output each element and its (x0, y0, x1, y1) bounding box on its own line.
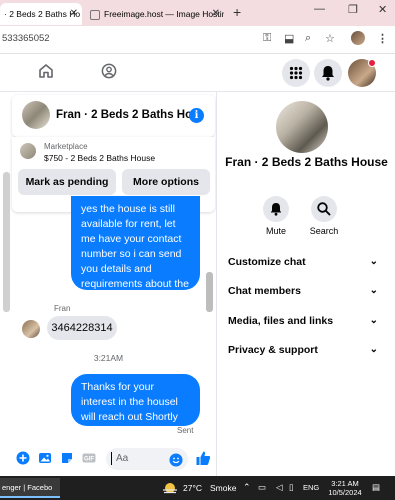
chevron-down-icon: ⌄ (369, 344, 378, 355)
sent-status: Sent (177, 426, 194, 435)
profile-icon[interactable] (351, 31, 365, 45)
windows-taskbar: enger | Facebo 27°C Smoke ⌃ ▭ ◁ ▯ ENG 3:… (0, 476, 395, 500)
bell-icon (270, 203, 282, 216)
grid-icon (289, 66, 303, 80)
section-label: Privacy & support (228, 344, 318, 356)
details-title: Fran · 2 Beds 2 Baths House (225, 155, 388, 169)
close-window-icon[interactable]: ✕ (378, 3, 387, 16)
marketplace-label: Marketplace (44, 142, 88, 151)
sender-avatar[interactable] (22, 320, 40, 338)
listing-thumbnail[interactable] (20, 143, 36, 159)
plus-circle-icon[interactable] (16, 451, 30, 465)
speaker-icon[interactable]: ◁ (276, 482, 283, 493)
search-label: Search (309, 226, 339, 236)
clock[interactable]: 3:21 AM 10/5/2024 (325, 479, 365, 497)
mute-button[interactable] (263, 196, 289, 222)
chat-header[interactable]: Fran · 2 Beds 2 Baths Ho i (12, 95, 215, 137)
chevron-down-icon: ⌄ (369, 315, 378, 326)
section-customize-chat[interactable]: Customize chat ⌄ (228, 256, 378, 268)
url-text[interactable]: 533365052 (2, 33, 50, 44)
notification-center-icon[interactable]: ▤ (372, 482, 380, 493)
menu-grid-button[interactable] (282, 59, 310, 87)
incoming-message[interactable]: 3464228314 (47, 316, 117, 340)
close-icon[interactable]: ✕ (70, 3, 78, 25)
kebab-menu-icon[interactable]: ⋮ (377, 32, 388, 45)
page-icon (90, 9, 100, 20)
chevron-down-icon: ⌄ (369, 256, 378, 267)
minimize-icon[interactable]: — (314, 3, 325, 15)
home-icon[interactable] (38, 63, 54, 79)
message-timestamp: 3:21AM (93, 353, 124, 363)
section-privacy-support[interactable]: Privacy & support ⌄ (228, 344, 378, 356)
restore-icon[interactable]: ❐ (348, 3, 358, 16)
taskbar-messenger-app[interactable]: enger | Facebo (0, 478, 60, 498)
image-icon[interactable] (38, 451, 52, 465)
network-icon[interactable]: ▭ (258, 482, 266, 493)
svg-text:GIF: GIF (84, 457, 94, 463)
groups-icon[interactable] (101, 63, 117, 79)
listing-avatar (22, 101, 50, 129)
chat-avatar-large[interactable] (276, 101, 328, 153)
new-tab-icon[interactable]: + (233, 4, 241, 20)
weather-condition[interactable]: Smoke (210, 483, 236, 493)
tab-freeimage[interactable]: Freeimage.host — Image Hostin ✕ (86, 3, 224, 25)
mark-pending-button[interactable]: Mark as pending (18, 169, 116, 195)
chevron-down-icon: ⌄ (369, 285, 378, 296)
key-icon[interactable]: ⚿ (263, 32, 271, 45)
section-label: Customize chat (228, 256, 306, 268)
chat-title: Fran · 2 Beds 2 Baths Ho (56, 109, 193, 121)
facebook-top-nav (0, 54, 395, 92)
outgoing-message[interactable]: yes the house is still available for ren… (71, 196, 200, 305)
notifications-button[interactable] (314, 59, 342, 87)
bookmark-star-icon[interactable]: ☆ (325, 32, 335, 45)
clock-time: 3:21 AM (331, 479, 359, 488)
message-composer: GIF Aa (0, 442, 216, 476)
info-icon[interactable]: i (189, 108, 204, 123)
tab-messenger[interactable]: · 2 Beds 2 Baths Ho ✕ (0, 3, 82, 25)
section-label: Media, files and links (228, 315, 334, 327)
section-label: Chat members (228, 285, 301, 297)
section-chat-members[interactable]: Chat members ⌄ (228, 285, 378, 297)
mute-action[interactable]: Mute (251, 196, 301, 236)
more-options-button[interactable]: More options (122, 169, 210, 195)
install-icon[interactable]: ⬓ (284, 32, 294, 45)
weather-temperature[interactable]: 27°C (183, 483, 202, 493)
scrollbar-thumb[interactable] (206, 272, 213, 312)
close-icon[interactable]: ✕ (212, 3, 220, 25)
browser-tab-strip: · 2 Beds 2 Baths Ho ✕ Freeimage.host — I… (0, 0, 395, 26)
gif-icon[interactable]: GIF (82, 451, 96, 465)
notification-badge (368, 59, 376, 67)
outgoing-message[interactable]: Thanks for your interest in the housel w… (71, 374, 200, 426)
clock-date: 10/5/2024 (328, 488, 362, 497)
search-action[interactable]: Search (299, 196, 349, 236)
bell-icon (322, 66, 334, 81)
language-indicator[interactable]: ENG (303, 483, 319, 492)
chevron-up-icon[interactable]: ⌃ (243, 482, 251, 493)
sender-name: Fran (54, 304, 71, 313)
search-button[interactable] (311, 196, 337, 222)
weather-smoke-icon[interactable] (162, 481, 178, 495)
search-icon (317, 202, 331, 216)
thumbs-up-icon[interactable] (195, 450, 211, 466)
listing-title[interactable]: $750 - 2 Beds 2 Baths House (44, 153, 155, 163)
battery-icon[interactable]: ▯ (289, 482, 294, 493)
address-bar[interactable]: 533365052 ⚿ ⬓ ⌕ ☆ ⋮ (0, 26, 395, 54)
scrollbar[interactable] (3, 172, 10, 312)
emoji-icon[interactable] (169, 453, 183, 467)
tab-label: Freeimage.host — Image Hostin (104, 9, 224, 19)
text-caret (111, 452, 112, 465)
section-media-files-links[interactable]: Media, files and links ⌄ (228, 315, 378, 327)
sticker-icon[interactable] (60, 451, 74, 465)
chat-details-panel: Fran · 2 Beds 2 Baths House Mute Search … (218, 92, 395, 476)
zoom-icon[interactable]: ⌕ (305, 32, 311, 45)
chat-panel: Fran · 2 Beds 2 Baths Ho i Marketplace $… (0, 92, 217, 476)
mute-label: Mute (265, 226, 286, 236)
